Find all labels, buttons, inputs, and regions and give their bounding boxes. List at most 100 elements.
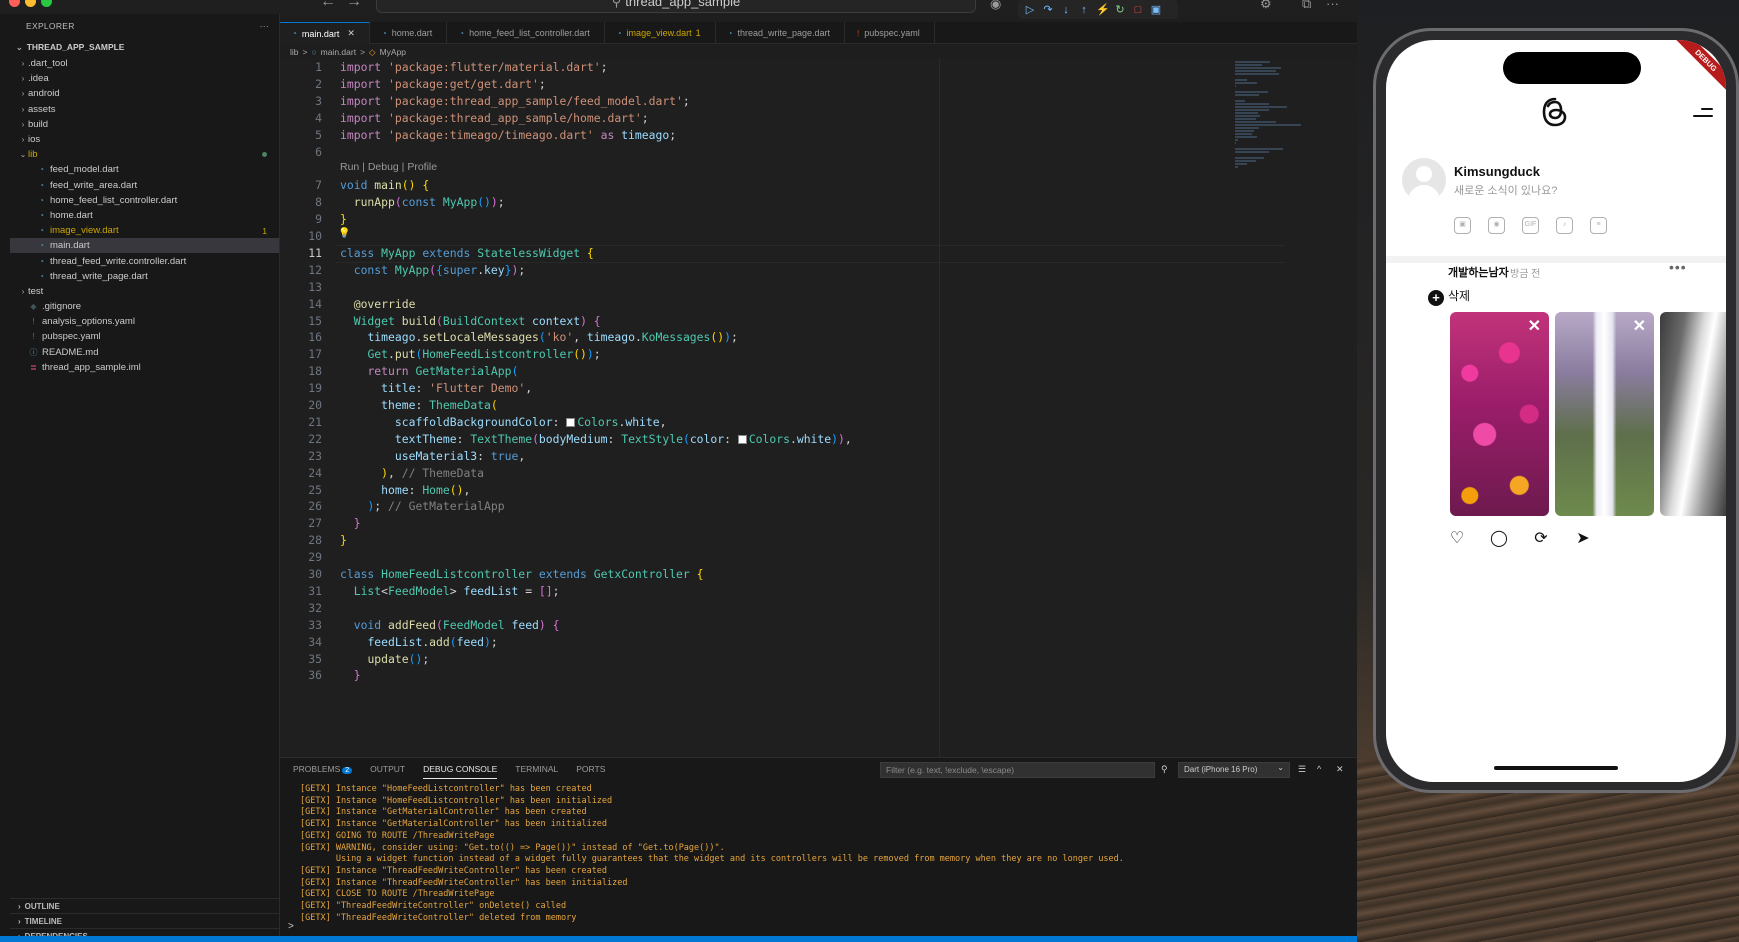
code-line[interactable]: 14 @override: [280, 296, 1230, 313]
editor-tab[interactable]: ◔ home.dart: [370, 22, 448, 44]
code-line[interactable]: 23 useMaterial3: true,: [280, 448, 1230, 465]
maximize-panel-icon[interactable]: ^: [1317, 764, 1321, 774]
code-line[interactable]: 15 Widget build(BuildContext context) {: [280, 313, 1230, 330]
close-panel-icon[interactable]: ✕: [1336, 764, 1344, 775]
tree-item[interactable]: ⓘ README.md: [10, 345, 279, 360]
code-line[interactable]: 4 import 'package:thread_app_sample/home.…: [280, 110, 1230, 127]
tree-item[interactable]: ⌄ lib: [10, 147, 279, 162]
panel-tab[interactable]: PORTS: [576, 764, 605, 779]
code-line[interactable]: 13: [280, 279, 1230, 296]
close-icon[interactable]: ✕: [1528, 316, 1541, 336]
codelens-run-debug[interactable]: Run | Debug | Profile: [340, 161, 437, 173]
layout-icon[interactable]: ⧉: [1302, 0, 1311, 12]
zoom-window-button[interactable]: [41, 0, 52, 7]
forward-arrow-icon[interactable]: →: [346, 0, 362, 11]
editor-tab[interactable]: ◔ thread_write_page.dart: [716, 22, 846, 44]
minimize-window-button[interactable]: [25, 0, 36, 7]
tree-item[interactable]: ! pubspec.yaml: [10, 329, 279, 344]
gif-icon[interactable]: GIF: [1522, 217, 1539, 234]
code-line[interactable]: 21 scaffoldBackgroundColor: Colors.white…: [280, 414, 1230, 431]
device-select[interactable]: Dart (iPhone 16 Pro) ⌄: [1178, 762, 1290, 778]
tree-item[interactable]: ! analysis_options.yaml: [10, 314, 279, 329]
heart-icon[interactable]: ♡: [1448, 530, 1466, 548]
code-line[interactable]: 2 import 'package:get/get.dart';: [280, 76, 1230, 93]
step-over-icon[interactable]: ↷: [1042, 3, 1054, 16]
tree-item[interactable]: › .idea: [10, 71, 279, 86]
code-line[interactable]: 5 import 'package:timeago/timeago.dart' a…: [280, 127, 1230, 144]
code-line[interactable]: 9}: [280, 211, 1230, 228]
timeline-section[interactable]: › TIMELINE: [10, 913, 280, 928]
list-icon[interactable]: ☰: [1298, 764, 1306, 775]
menu-icon[interactable]: [1693, 108, 1713, 120]
devtools-icon[interactable]: ▣: [1150, 3, 1162, 16]
post-image-waterfall[interactable]: ✕: [1555, 312, 1654, 516]
code-line[interactable]: 7 void main() {: [280, 177, 1230, 194]
tree-item[interactable]: ◔ home_feed_list_controller.dart: [10, 193, 279, 208]
tree-item[interactable]: › .dart_tool: [10, 56, 279, 71]
back-arrow-icon[interactable]: ←: [320, 0, 336, 11]
repost-icon[interactable]: ⟳: [1532, 530, 1550, 548]
mic-icon[interactable]: ♪: [1556, 217, 1573, 234]
code-line[interactable]: 30 class HomeFeedListcontroller extends G…: [280, 566, 1230, 583]
tree-item[interactable]: › build: [10, 117, 279, 132]
explorer-more-icon[interactable]: ···: [260, 21, 269, 31]
tree-item[interactable]: ◔ thread_write_page.dart: [10, 269, 279, 284]
console-filter-input[interactable]: Filter (e.g. text, !exclude, \escape): [880, 762, 1155, 778]
list-icon[interactable]: ≡: [1590, 217, 1607, 234]
more-icon[interactable]: •••: [1669, 259, 1687, 275]
post-author[interactable]: 개발하는남자: [1448, 264, 1509, 280]
code-line[interactable]: 10 💡: [280, 228, 1230, 245]
editor-tab[interactable]: ◔ main.dart ✕: [280, 22, 370, 44]
code-line[interactable]: 33 void addFeed(FeedModel feed) {: [280, 617, 1230, 634]
tree-item[interactable]: ◔ main.dart: [10, 238, 279, 254]
breadcrumb-symbol[interactable]: MyApp: [380, 47, 406, 57]
code-line[interactable]: 1 import 'package:flutter/material.dart';: [280, 59, 1230, 76]
delete-label[interactable]: 삭제: [1448, 287, 1470, 304]
continue-icon[interactable]: ▷: [1024, 3, 1036, 16]
code-line[interactable]: 12 const MyApp({super.key});: [280, 262, 1230, 279]
code-line[interactable]: 11 class MyApp extends StatelessWidget {: [280, 245, 1230, 262]
code-line[interactable]: 36 }: [280, 667, 1230, 684]
code-line[interactable]: 19 title: 'Flutter Demo',: [280, 380, 1230, 397]
editor-tab[interactable]: ◔ home_feed_list_controller.dart: [447, 22, 605, 44]
tree-item[interactable]: ≣ thread_app_sample.iml: [10, 360, 279, 375]
restart-icon[interactable]: ↻: [1114, 3, 1126, 16]
tree-item[interactable]: ◔ thread_feed_write.controller.dart: [10, 253, 279, 268]
code-line[interactable]: 35 update();: [280, 651, 1230, 668]
tree-item[interactable]: ◔ home.dart: [10, 208, 279, 223]
code-line[interactable]: 6: [280, 144, 1230, 161]
code-line[interactable]: 25 home: Home(),: [280, 482, 1230, 499]
editor-tab[interactable]: ◔ image_view.dart 1: [605, 22, 716, 44]
compose-placeholder[interactable]: 새로운 소식이 있나요?: [1454, 182, 1557, 198]
tree-item[interactable]: ◔ feed_write_area.dart: [10, 178, 279, 193]
home-indicator[interactable]: [1494, 766, 1618, 770]
code-line[interactable]: 18 return GetMaterialApp(: [280, 363, 1230, 380]
comment-icon[interactable]: ◯: [1490, 530, 1508, 548]
lightbulb-icon[interactable]: 💡: [338, 226, 350, 243]
post-image-flowers[interactable]: ✕: [1450, 312, 1549, 516]
breadcrumb-lib[interactable]: lib: [290, 47, 299, 57]
tree-item[interactable]: › test: [10, 284, 279, 299]
panel-tab[interactable]: OUTPUT: [370, 764, 405, 779]
copilot-icon[interactable]: ◉: [990, 0, 1001, 12]
add-circle-icon[interactable]: +: [1428, 290, 1444, 306]
close-window-button[interactable]: [9, 0, 20, 7]
minimap[interactable]: [1235, 61, 1315, 168]
project-root[interactable]: ⌄ THREAD_APP_SAMPLE: [10, 38, 279, 56]
code-line[interactable]: 8 runApp(const MyApp());: [280, 194, 1230, 211]
code-line[interactable]: 17 Get.put(HomeFeedListcontroller());: [280, 346, 1230, 363]
stop-icon[interactable]: □: [1132, 4, 1144, 16]
code-line[interactable]: 26 ); // GetMaterialApp: [280, 498, 1230, 515]
gallery-icon[interactable]: ▣: [1454, 217, 1471, 234]
settings-icon[interactable]: ⚙: [1260, 0, 1272, 12]
step-into-icon[interactable]: ↓: [1060, 4, 1072, 16]
code-line[interactable]: 29: [280, 549, 1230, 566]
hot-reload-icon[interactable]: ⚡: [1096, 3, 1110, 16]
tree-item[interactable]: › ios: [10, 132, 279, 147]
code-line[interactable]: 27 }: [280, 515, 1230, 532]
post-image-rocks[interactable]: [1660, 312, 1726, 516]
panel-tab[interactable]: TERMINAL: [515, 764, 558, 779]
tree-item[interactable]: ◔ feed_model.dart: [10, 162, 279, 177]
share-icon[interactable]: ➤: [1574, 530, 1592, 548]
camera-icon[interactable]: ◉: [1488, 217, 1505, 234]
